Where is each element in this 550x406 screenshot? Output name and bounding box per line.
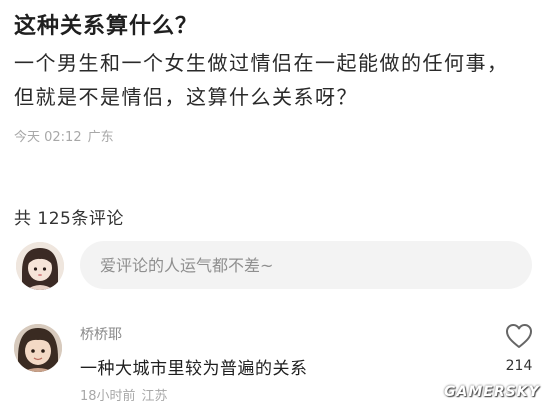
comment-text: 一种大城市里较为普遍的关系	[80, 359, 308, 379]
post-title: 这种关系算什么？	[14, 14, 199, 39]
comment-location: 江苏	[141, 389, 168, 404]
commenter-avatar[interactable]	[14, 324, 62, 372]
like-count: 214	[505, 358, 533, 374]
heart-outline-icon[interactable]	[504, 322, 534, 350]
post-location: 广东	[87, 130, 114, 145]
watermark: GAMERSKY	[444, 384, 540, 400]
post-meta: 今天 02:12 广东	[14, 126, 120, 145]
comment-input[interactable]	[80, 241, 532, 289]
comment-meta: 18小时前 江苏	[80, 385, 174, 404]
comment-author[interactable]: 桥桥耶	[80, 324, 122, 344]
comment-count: 共 125条评论	[14, 209, 124, 229]
post-time: 今天 02:12	[14, 130, 82, 145]
composer-avatar	[16, 242, 64, 290]
comment-time: 18小时前	[80, 389, 136, 404]
post-body: 一个男生和一个女生做过情侣在一起能做的任何事，但就是不是情侣，这算什么关系呀？	[14, 51, 509, 109]
